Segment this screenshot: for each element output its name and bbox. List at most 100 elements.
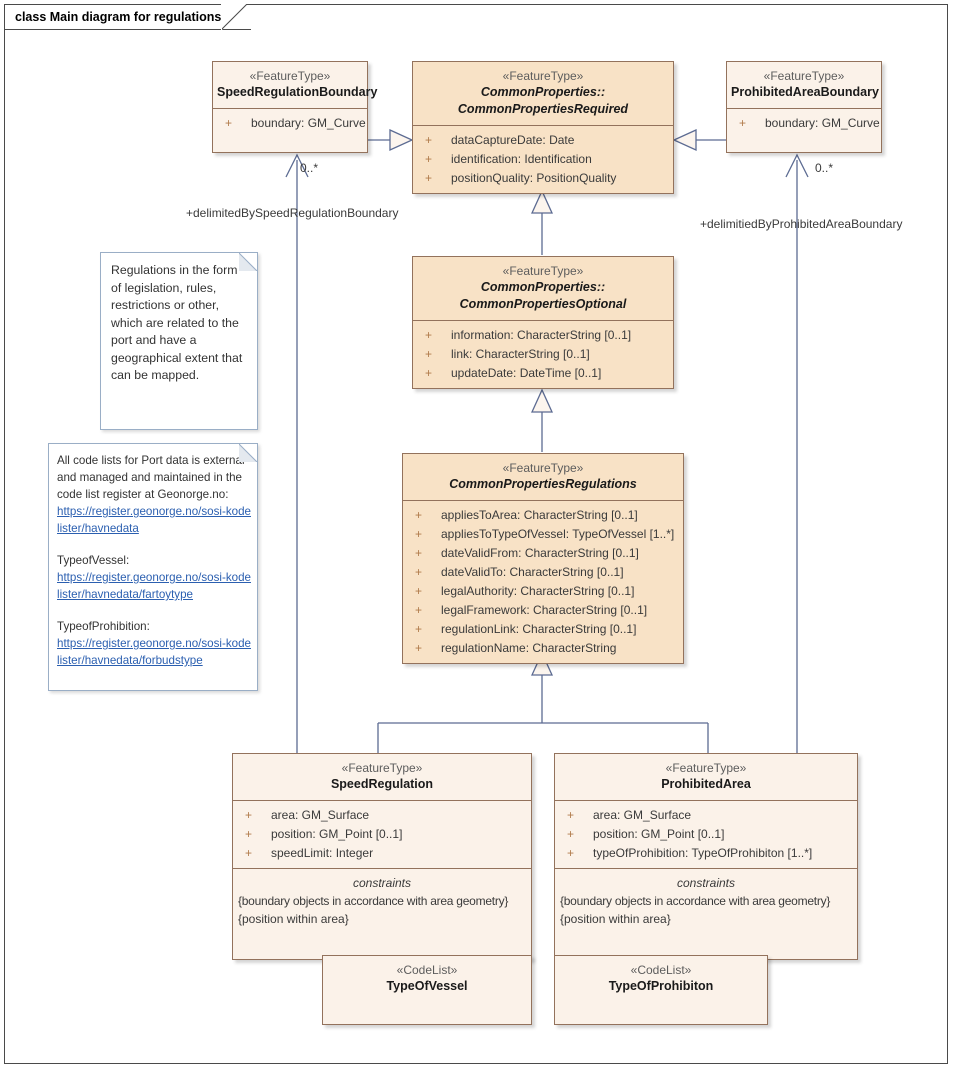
- codelist-intro-text: All code lists for Port data is external…: [57, 454, 245, 501]
- attribute-row: + link: CharacterString [0..1]: [413, 345, 673, 364]
- visibility-marker: +: [425, 328, 433, 342]
- visibility-marker: +: [225, 116, 233, 130]
- constraint-item: {position within area}: [560, 912, 671, 926]
- visibility-marker: +: [425, 152, 433, 166]
- attribute-row: + identification: Identification: [413, 150, 673, 169]
- class-header: «CodeList» TypeOfVessel: [323, 956, 531, 1002]
- association-label-speed: +delimitedBySpeedRegulationBoundary: [186, 206, 399, 220]
- class-speed-regulation-boundary[interactable]: «FeatureType» SpeedRegulationBoundary + …: [212, 61, 378, 153]
- class-header: «FeatureType» CommonPropertiesRegulation…: [403, 454, 683, 500]
- attribute-row: + boundary: GM_Curve: [727, 114, 881, 133]
- visibility-marker: +: [567, 827, 575, 841]
- constraints-compartment: constraints {boundary objects in accorda…: [555, 868, 857, 959]
- class-prohibited-area-boundary[interactable]: «FeatureType» ProhibitedAreaBoundary + b…: [726, 61, 882, 153]
- visibility-marker: +: [415, 565, 423, 579]
- attribute-compartment: + boundary: GM_Curve: [213, 108, 367, 152]
- stereotype: «CodeList»: [630, 963, 692, 977]
- class-name: SpeedRegulationBoundary: [217, 85, 378, 99]
- attribute-row: + appliesToTypeOfVessel: TypeOfVessel [1…: [403, 525, 683, 544]
- visibility-marker: +: [567, 808, 575, 822]
- constraint-item: {boundary objects in accordance with are…: [560, 894, 831, 908]
- class-type-of-prohibiton[interactable]: «CodeList» TypeOfProhibiton: [554, 955, 768, 1025]
- note-fold-icon: [239, 444, 257, 462]
- note-code-lists: All code lists for Port data is external…: [48, 443, 258, 691]
- attribute-text: regulationName: CharacterString: [441, 641, 617, 655]
- class-prohibited-area[interactable]: «FeatureType» ProhibitedArea + area: GM_…: [554, 753, 858, 960]
- attribute-compartment: + information: CharacterString [0..1] + …: [413, 320, 673, 388]
- attribute-compartment: + boundary: GM_Curve: [727, 108, 881, 152]
- attribute-row: + legalAuthority: CharacterString [0..1]: [403, 582, 683, 601]
- attribute-row: + area: GM_Surface: [233, 806, 531, 825]
- attribute-text: area: GM_Surface: [593, 808, 692, 822]
- type-of-prohibition-label: TypeofProhibition:: [57, 620, 150, 633]
- stereotype: «FeatureType»: [502, 461, 584, 475]
- class-name: ProhibitedArea: [661, 777, 751, 791]
- visibility-marker: +: [415, 641, 423, 655]
- class-header: «FeatureType» ProhibitedArea: [555, 754, 857, 800]
- attribute-row: + regulationName: CharacterString: [403, 639, 683, 658]
- visibility-marker: +: [245, 808, 253, 822]
- stereotype: «FeatureType»: [763, 69, 845, 83]
- attribute-text: speedLimit: Integer: [271, 846, 374, 860]
- constraint-item: {boundary objects in accordance with are…: [238, 894, 509, 908]
- attribute-compartment: + appliesToArea: CharacterString [0..1] …: [403, 500, 683, 663]
- class-type-of-vessel[interactable]: «CodeList» TypeOfVessel: [322, 955, 532, 1025]
- visibility-marker: +: [415, 546, 423, 560]
- class-common-properties-optional[interactable]: «FeatureType» CommonProperties:: CommonP…: [412, 256, 674, 389]
- visibility-marker: +: [415, 603, 423, 617]
- type-of-vessel-label: TypeofVessel:: [57, 554, 130, 567]
- attribute-row: + boundary: GM_Curve: [213, 114, 367, 133]
- attribute-compartment: + area: GM_Surface + position: GM_Point …: [555, 800, 857, 868]
- visibility-marker: +: [245, 827, 253, 841]
- class-name-line2: CommonPropertiesRequired: [457, 102, 629, 116]
- type-of-vessel-link[interactable]: https://register.geonorge.no/sosi-kodeli…: [57, 569, 251, 603]
- note-body: All code lists for Port data is external…: [49, 444, 257, 675]
- class-name: TypeOfVessel: [386, 979, 468, 993]
- attribute-text: boundary: GM_Curve: [251, 116, 366, 130]
- visibility-marker: +: [425, 347, 433, 361]
- attribute-text: legalFramework: CharacterString [0..1]: [441, 603, 648, 617]
- visibility-marker: +: [425, 133, 433, 147]
- attribute-text: typeOfProhibition: TypeOfProhibiton [1..…: [593, 846, 813, 860]
- attribute-text: updateDate: DateTime [0..1]: [451, 366, 602, 380]
- class-common-properties-regulations[interactable]: «FeatureType» CommonPropertiesRegulation…: [402, 453, 684, 664]
- attribute-row: + position: GM_Point [0..1]: [555, 825, 857, 844]
- type-of-prohibition-link[interactable]: https://register.geonorge.no/sosi-kodeli…: [57, 635, 251, 669]
- visibility-marker: +: [415, 622, 423, 636]
- attribute-text: positionQuality: PositionQuality: [451, 171, 617, 185]
- class-name-line2: CommonPropertiesOptional: [459, 297, 627, 311]
- attribute-text: boundary: GM_Curve: [765, 116, 880, 130]
- attribute-row: + updateDate: DateTime [0..1]: [413, 364, 673, 383]
- constraints-title: constraints: [676, 876, 736, 890]
- visibility-marker: +: [425, 366, 433, 380]
- attribute-compartment: + dataCaptureDate: Date + identification…: [413, 125, 673, 193]
- attribute-text: information: CharacterString [0..1]: [451, 328, 632, 342]
- attribute-text: dataCaptureDate: Date: [451, 133, 575, 147]
- attribute-compartment: + area: GM_Surface + position: GM_Point …: [233, 800, 531, 868]
- class-header: «FeatureType» ProhibitedAreaBoundary: [727, 62, 881, 108]
- class-speed-regulation[interactable]: «FeatureType» SpeedRegulation + area: GM…: [232, 753, 532, 960]
- attribute-text: position: GM_Point [0..1]: [271, 827, 403, 841]
- class-name: CommonPropertiesRegulations: [449, 477, 637, 491]
- class-header: «FeatureType» CommonProperties:: CommonP…: [413, 62, 673, 125]
- class-common-properties-required[interactable]: «FeatureType» CommonProperties:: CommonP…: [412, 61, 674, 194]
- class-header: «FeatureType» CommonProperties:: CommonP…: [413, 257, 673, 320]
- attribute-text: area: GM_Surface: [271, 808, 370, 822]
- stereotype: «FeatureType»: [665, 761, 747, 775]
- attribute-text: link: CharacterString [0..1]: [451, 347, 590, 361]
- attribute-text: appliesToArea: CharacterString [0..1]: [441, 508, 638, 522]
- stereotype: «CodeList»: [396, 963, 458, 977]
- class-name: TypeOfProhibiton: [608, 979, 714, 993]
- attribute-text: position: GM_Point [0..1]: [593, 827, 725, 841]
- class-header: «FeatureType» SpeedRegulation: [233, 754, 531, 800]
- note-fold-icon: [239, 253, 257, 271]
- visibility-marker: +: [415, 527, 423, 541]
- constraints-compartment: constraints {boundary objects in accorda…: [233, 868, 531, 959]
- attribute-row: + area: GM_Surface: [555, 806, 857, 825]
- diagram-canvas: class Main diagram for regulations 0..* …: [0, 0, 954, 1070]
- stereotype: «FeatureType»: [249, 69, 331, 83]
- visibility-marker: +: [245, 846, 253, 860]
- codelist-register-link[interactable]: https://register.geonorge.no/sosi-kodeli…: [57, 503, 251, 537]
- attribute-text: legalAuthority: CharacterString [0..1]: [441, 584, 635, 598]
- attribute-text: regulationLink: CharacterString [0..1]: [441, 622, 637, 636]
